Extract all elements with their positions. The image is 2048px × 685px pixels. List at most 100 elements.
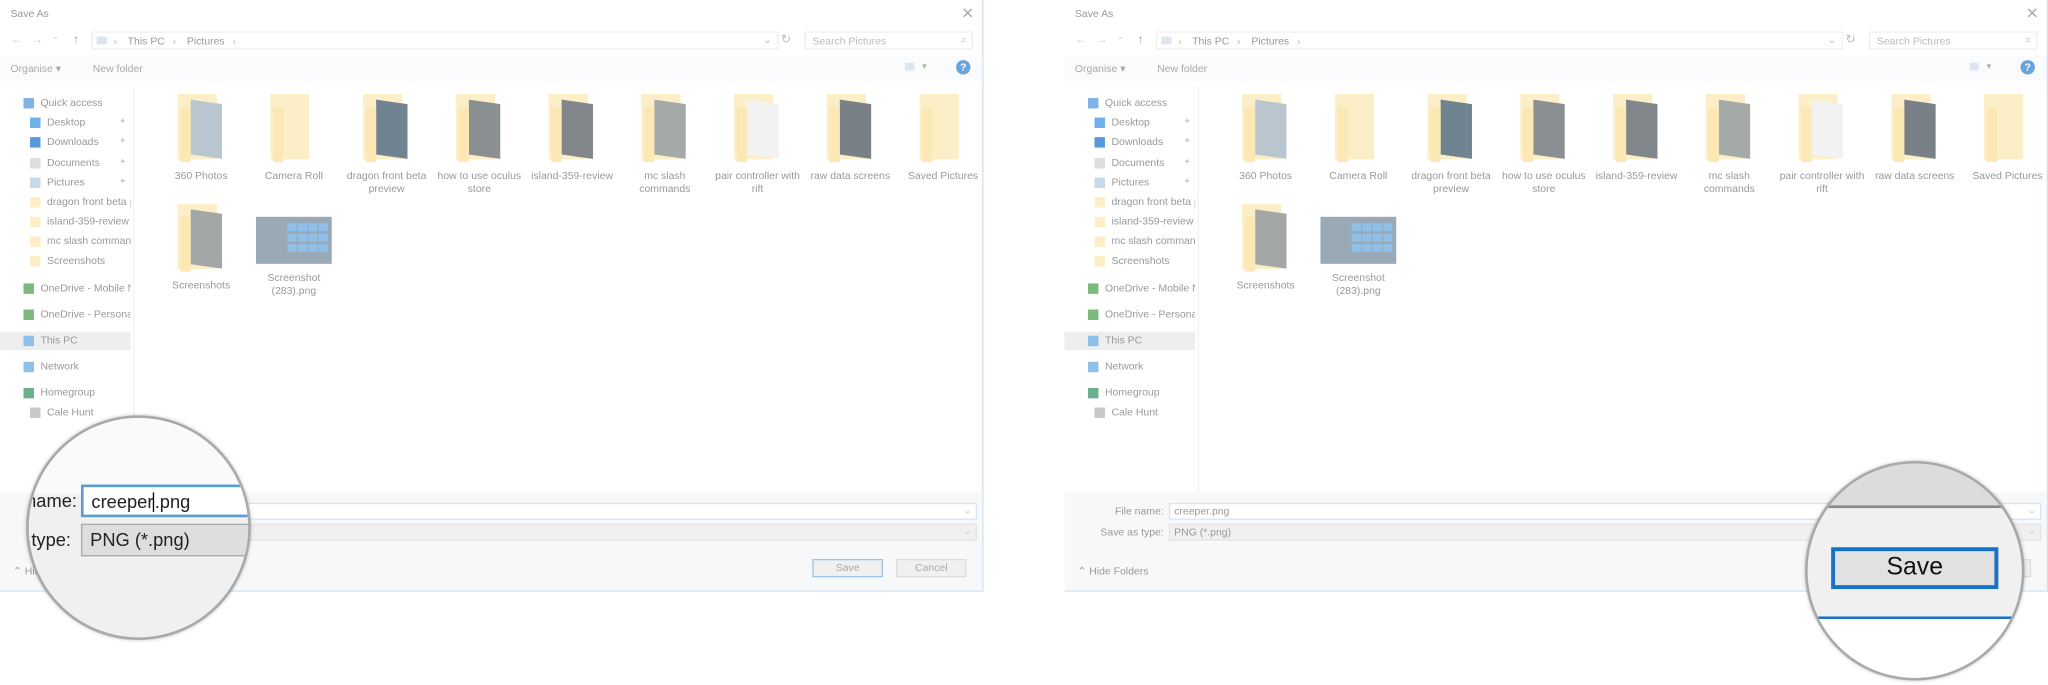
breadcrumb-pictures[interactable]: Pictures	[187, 35, 225, 47]
nav-item[interactable]: OneDrive - Personal	[1064, 306, 1195, 324]
nav-item[interactable]: Documents ✦	[0, 154, 131, 172]
address-bar[interactable]: › This PC › Pictures › ⌄	[91, 31, 779, 50]
refresh-icon[interactable]: ↻	[1846, 33, 1856, 47]
nav-item[interactable]: Pictures ✦	[0, 174, 131, 192]
pin-icon[interactable]: ✦	[1183, 157, 1191, 167]
pin-icon[interactable]: ✦	[1183, 136, 1191, 146]
folder-icon	[1613, 94, 1660, 162]
chevron-down-icon[interactable]: ⌄	[763, 34, 772, 46]
image-file-item[interactable]: Screenshot (283).png	[1313, 204, 1404, 298]
folder-item[interactable]: island-359-review	[526, 94, 617, 183]
cancel-button[interactable]: Cancel	[895, 559, 967, 578]
up-arrow-icon[interactable]: ↑	[73, 33, 79, 46]
nav-item[interactable]: Screenshots	[1064, 252, 1195, 270]
search-input[interactable]: Search Pictures ⌕	[1869, 31, 2038, 50]
close-icon[interactable]: ✕	[2026, 4, 2039, 22]
folder-item[interactable]: how to use oculus store	[434, 94, 525, 196]
pin-icon[interactable]: ✦	[119, 136, 127, 146]
folder-item[interactable]: dragon front beta preview	[1405, 94, 1496, 196]
folder-item[interactable]: 360 Photos	[155, 94, 246, 183]
nav-item[interactable]: mc slash command	[0, 232, 131, 250]
view-dropdown-icon[interactable]: ▾	[1987, 61, 1992, 72]
nav-item[interactable]: OneDrive - Personal	[0, 306, 131, 324]
folder-item[interactable]: 360 Photos	[1220, 94, 1311, 183]
nav-item[interactable]: Cale Hunt	[1064, 404, 1195, 422]
nav-item[interactable]: Downloads ✦	[1064, 133, 1195, 151]
nav-item[interactable]: Desktop ✦	[1064, 114, 1195, 132]
save-button[interactable]: Save	[812, 559, 883, 578]
breadcrumb-this-pc[interactable]: This PC	[1192, 35, 1229, 47]
nav-item[interactable]: Network	[1064, 358, 1195, 376]
magnified-save-type-select[interactable]: PNG (*.png)	[80, 523, 249, 557]
up-arrow-icon[interactable]: ↑	[1138, 33, 1144, 46]
nav-item[interactable]: Quick access	[1064, 94, 1195, 112]
magnified-save-button[interactable]: Save	[1831, 547, 1999, 590]
nav-item[interactable]: island-359-review	[1064, 213, 1195, 231]
hide-folders-button[interactable]: ⌃ Hide Folders	[1078, 566, 1149, 578]
nav-item[interactable]: This PC	[0, 331, 131, 351]
view-options-icon[interactable]	[1969, 62, 1979, 71]
folder-item[interactable]: how to use oculus store	[1498, 94, 1589, 196]
pin-icon[interactable]: ✦	[119, 116, 127, 127]
pin-icon[interactable]: ✦	[1183, 116, 1191, 127]
folder-item[interactable]: pair controller with rift	[1776, 94, 1867, 196]
nav-item[interactable]: Pictures ✦	[1064, 174, 1195, 192]
image-file-item[interactable]: Screenshot (283).png	[248, 204, 339, 298]
back-arrow-icon[interactable]: ←	[10, 33, 22, 46]
pin-icon[interactable]: ✦	[1183, 176, 1191, 187]
folder-item[interactable]: raw data screens	[805, 94, 896, 183]
pin-icon[interactable]: ✦	[119, 157, 127, 167]
nav-item[interactable]: dragon front beta p	[0, 193, 131, 211]
folder-item[interactable]: pair controller with rift	[712, 94, 803, 196]
chevron-down-icon[interactable]: ⌄	[963, 504, 972, 516]
folder-item[interactable]: mc slash commands	[1684, 94, 1775, 196]
view-dropdown-icon[interactable]: ▾	[922, 61, 927, 72]
refresh-icon[interactable]: ↻	[781, 33, 791, 47]
back-arrow-icon[interactable]: ←	[1075, 33, 1087, 46]
forward-arrow-icon[interactable]: →	[31, 33, 43, 46]
folder-item[interactable]: Camera Roll	[248, 94, 339, 183]
breadcrumb-this-pc[interactable]: This PC	[128, 35, 165, 47]
pin-icon[interactable]: ✦	[119, 176, 127, 187]
view-options-icon[interactable]	[905, 62, 915, 71]
chevron-down-icon[interactable]: ⌄	[2027, 504, 2036, 516]
folder-item[interactable]: mc slash commands	[619, 94, 710, 196]
magnified-file-name-input[interactable]: creeper.png	[80, 484, 249, 518]
organise-button[interactable]: Organise ▾	[10, 63, 61, 75]
folder-item[interactable]: dragon front beta preview	[341, 94, 432, 196]
nav-item[interactable]: OneDrive - Mobile N	[1064, 280, 1195, 298]
help-icon[interactable]: ?	[956, 60, 971, 75]
search-input[interactable]: Search Pictures ⌕	[804, 31, 974, 50]
nav-item[interactable]: Downloads ✦	[0, 133, 131, 151]
nav-item[interactable]: OneDrive - Mobile N	[0, 280, 131, 298]
recent-locations-icon[interactable]: ⌄	[52, 33, 59, 42]
nav-item[interactable]: Network	[0, 358, 131, 376]
folder-item[interactable]: Saved Pictures	[1962, 94, 2048, 183]
nav-item[interactable]: Homegroup	[1064, 384, 1195, 402]
folder-item[interactable]: Camera Roll	[1313, 94, 1404, 183]
nav-item[interactable]: Quick access	[0, 94, 131, 112]
new-folder-button[interactable]: New folder	[1157, 63, 1207, 75]
nav-item[interactable]: Documents ✦	[1064, 154, 1195, 172]
organise-button[interactable]: Organise ▾	[1075, 63, 1126, 75]
folder-item[interactable]: Saved Pictures	[897, 94, 988, 183]
recent-locations-icon[interactable]: ⌄	[1117, 33, 1124, 42]
chevron-down-icon[interactable]: ⌄	[1828, 34, 1837, 46]
nav-item[interactable]: This PC	[1064, 331, 1196, 351]
nav-item[interactable]: Desktop ✦	[0, 114, 131, 132]
folder-item[interactable]: Screenshots	[1220, 203, 1311, 293]
address-bar[interactable]: › This PC › Pictures › ⌄	[1155, 31, 1843, 50]
new-folder-button[interactable]: New folder	[93, 63, 143, 75]
nav-item[interactable]: dragon front beta p	[1064, 193, 1195, 211]
help-icon[interactable]: ?	[2020, 60, 2035, 75]
nav-item[interactable]: Screenshots	[0, 252, 131, 270]
close-icon[interactable]: ✕	[961, 4, 974, 22]
folder-item[interactable]: Screenshots	[155, 203, 246, 293]
nav-item[interactable]: Homegroup	[0, 384, 131, 402]
nav-item[interactable]: island-359-review	[0, 213, 131, 231]
forward-arrow-icon[interactable]: →	[1096, 33, 1108, 46]
nav-item[interactable]: mc slash command	[1064, 232, 1195, 250]
folder-item[interactable]: raw data screens	[1869, 94, 1960, 183]
breadcrumb-pictures[interactable]: Pictures	[1251, 35, 1289, 47]
folder-item[interactable]: island-359-review	[1591, 94, 1682, 183]
